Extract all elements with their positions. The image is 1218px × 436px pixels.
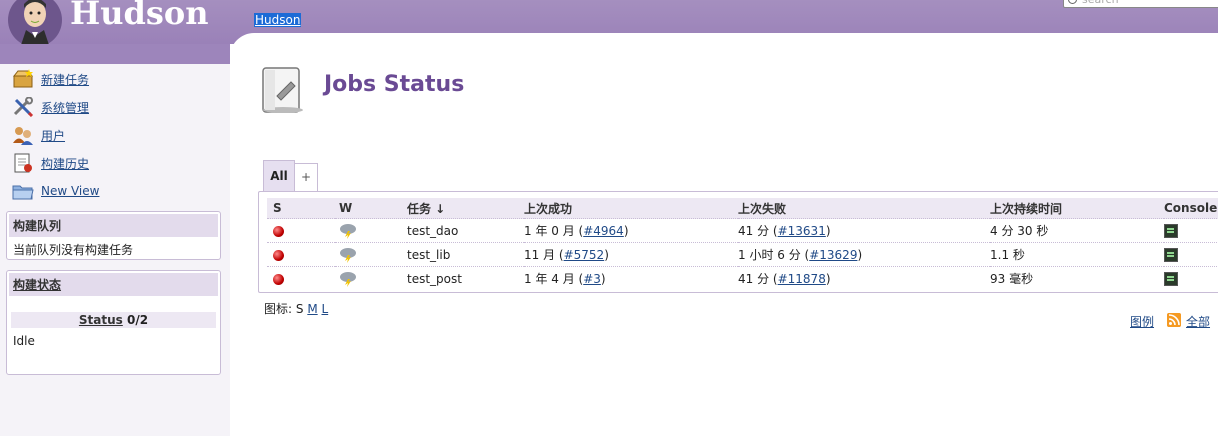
last-success-build-link[interactable]: #5752 bbox=[564, 248, 605, 262]
column-header-status[interactable]: S bbox=[267, 198, 335, 219]
table-row: test_post 1 年 4 月 (#3) 41 分 (#11878) 93 … bbox=[267, 266, 1218, 290]
breadcrumb-hudson[interactable]: Hudson bbox=[254, 13, 302, 27]
job-name[interactable]: test_lib bbox=[407, 242, 524, 267]
sidebar-item-users[interactable]: 用户 bbox=[12, 124, 65, 146]
close-paren: ) bbox=[857, 248, 863, 262]
close-paren: ) bbox=[604, 248, 609, 262]
wrench-screwdriver-icon bbox=[13, 97, 34, 117]
last-failure-time: 41 分 ( bbox=[738, 272, 778, 286]
failed-status-icon bbox=[273, 249, 284, 261]
icon-size-medium-link[interactable]: M bbox=[307, 302, 317, 316]
last-duration: 93 毫秒 bbox=[990, 266, 1164, 290]
executor-idle-text: Idle bbox=[13, 334, 35, 348]
icon-size-large-link[interactable]: L bbox=[322, 302, 329, 316]
notepad-history-icon bbox=[14, 153, 32, 173]
storm-weather-icon bbox=[340, 223, 356, 239]
last-duration: 1.1 秒 bbox=[990, 242, 1164, 267]
column-header-name[interactable]: 任务 ↓ bbox=[407, 198, 524, 219]
close-paren: ) bbox=[825, 272, 831, 286]
icon-size-label: 图标: bbox=[264, 302, 296, 316]
sidebar-header-band bbox=[0, 44, 230, 64]
brand-title[interactable]: Hudson bbox=[70, 0, 209, 32]
sidebar-item-label[interactable]: New View bbox=[41, 184, 99, 198]
status-count: 0/2 bbox=[127, 313, 149, 327]
page-title: Jobs Status bbox=[324, 72, 465, 97]
legend-link[interactable]: 图例 bbox=[1130, 313, 1154, 330]
jobs-table-panel: S W 任务 ↓ 上次成功 上次失败 上次持续时间 Console test_d… bbox=[258, 191, 1218, 293]
tab-add-view[interactable]: + bbox=[294, 163, 318, 191]
close-paren: ) bbox=[623, 224, 629, 238]
sidebar-item-label[interactable]: 系统管理 bbox=[41, 99, 89, 116]
table-row: test_lib 11 月 (#5752) 1 小时 6 分 (#13629) … bbox=[267, 242, 1218, 267]
column-header-console[interactable]: Console bbox=[1164, 198, 1218, 219]
storm-weather-icon bbox=[340, 271, 356, 287]
executor-status-panel: 构建状态 Status 0/2 Idle bbox=[6, 270, 221, 375]
last-failure-build-link[interactable]: #13629 bbox=[809, 248, 857, 262]
build-queue-empty-text: 当前队列没有构建任务 bbox=[13, 243, 134, 257]
failed-status-icon bbox=[273, 225, 284, 237]
icon-size-selector: 图标: S M L bbox=[264, 300, 328, 317]
close-paren: ) bbox=[825, 224, 831, 238]
last-success-build-link[interactable]: #4964 bbox=[583, 224, 624, 238]
hudson-butler-logo[interactable] bbox=[6, 0, 64, 48]
new-package-icon bbox=[12, 69, 34, 88]
build-queue-panel: 构建队列 当前队列没有构建任务 bbox=[6, 211, 221, 260]
column-header-last-success[interactable]: 上次成功 bbox=[524, 198, 738, 219]
executor-status-link[interactable]: 构建状态 bbox=[13, 278, 61, 292]
last-success-build-link[interactable]: #3 bbox=[583, 272, 601, 286]
sidebar-item-label[interactable]: 用户 bbox=[41, 127, 65, 144]
sidebar-item-manage[interactable]: 系统管理 bbox=[12, 96, 89, 118]
search-input[interactable]: search bbox=[1063, 0, 1218, 8]
rss-icon[interactable] bbox=[1167, 313, 1181, 327]
icon-size-small: S bbox=[295, 302, 304, 316]
column-header-weather[interactable]: W bbox=[335, 198, 407, 219]
sidebar-item-new-job[interactable]: 新建任务 bbox=[12, 68, 89, 90]
last-duration: 4 分 30 秒 bbox=[990, 218, 1164, 243]
last-failure-time: 1 小时 6 分 ( bbox=[738, 248, 810, 262]
users-icon bbox=[13, 127, 33, 145]
last-success-time: 11 月 ( bbox=[524, 248, 564, 262]
table-row: test_dao 1 年 0 月 (#4964) 41 分 (#13631) 4… bbox=[267, 218, 1218, 243]
console-icon[interactable] bbox=[1164, 271, 1178, 286]
last-success-time: 1 年 4 月 ( bbox=[524, 272, 584, 286]
last-failure-build-link[interactable]: #13631 bbox=[778, 224, 826, 238]
executor-status-title[interactable]: 构建状态 bbox=[9, 273, 218, 296]
build-queue-title: 构建队列 bbox=[9, 214, 218, 237]
tab-all[interactable]: All bbox=[263, 160, 295, 191]
job-name[interactable]: test_dao bbox=[407, 218, 524, 243]
executor-status-header: Status 0/2 bbox=[11, 312, 216, 328]
search-icon bbox=[1068, 0, 1077, 4]
column-header-last-duration[interactable]: 上次持续时间 bbox=[990, 198, 1164, 219]
rss-all-link[interactable]: 全部 bbox=[1186, 313, 1210, 330]
sidebar-item-build-history[interactable]: 构建历史 bbox=[12, 152, 89, 174]
status-link[interactable]: Status bbox=[79, 313, 123, 327]
sidebar-item-label[interactable]: 构建历史 bbox=[41, 155, 89, 172]
close-paren: ) bbox=[600, 272, 606, 286]
folder-icon bbox=[12, 185, 34, 200]
job-name[interactable]: test_post bbox=[407, 266, 524, 290]
last-success-time: 1 年 0 月 ( bbox=[524, 224, 584, 238]
sidebar-item-label[interactable]: 新建任务 bbox=[41, 71, 89, 88]
clipboard-icon bbox=[262, 67, 303, 113]
jobs-table: S W 任务 ↓ 上次成功 上次失败 上次持续时间 Console test_d… bbox=[267, 198, 1218, 290]
failed-status-icon bbox=[273, 273, 284, 285]
console-icon[interactable] bbox=[1164, 223, 1178, 238]
console-icon[interactable] bbox=[1164, 247, 1178, 262]
last-failure-build-link[interactable]: #11878 bbox=[778, 272, 826, 286]
storm-weather-icon bbox=[340, 247, 356, 263]
last-failure-time: 41 分 ( bbox=[738, 224, 778, 238]
search-placeholder: search bbox=[1082, 0, 1119, 6]
sidebar-item-new-view[interactable]: New View bbox=[12, 180, 99, 202]
column-header-last-failure[interactable]: 上次失败 bbox=[738, 198, 990, 219]
